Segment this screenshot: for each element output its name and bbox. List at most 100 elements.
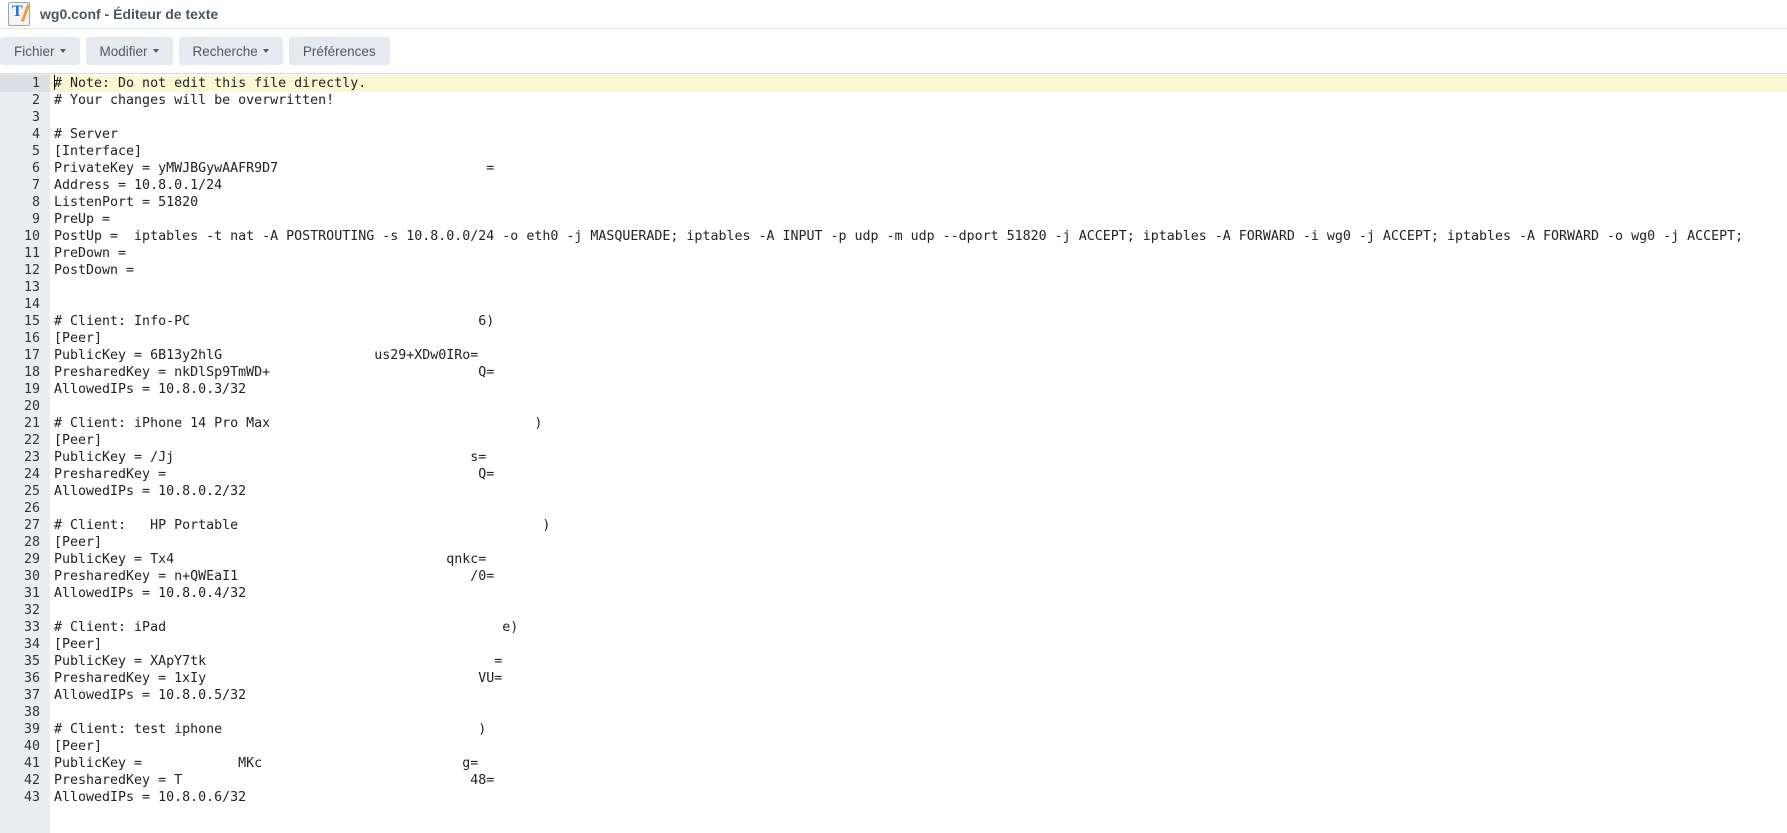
code-line[interactable]: 43 AllowedIPs = 10.8.0.6/32: [0, 789, 1787, 806]
text-editor[interactable]: 1 # Note: Do not edit this file directly.…: [0, 73, 1787, 833]
code-line[interactable]: 23 PublicKey = /Jj s=: [0, 449, 1787, 466]
code-line[interactable]: 25 AllowedIPs = 10.8.0.2/32: [0, 483, 1787, 500]
line-text[interactable]: PublicKey = 6B13y2hlG us29+XDw0IRo=: [50, 347, 478, 364]
line-number: 21: [23, 416, 40, 431]
code-line[interactable]: 11 PreDown =: [0, 245, 1787, 262]
line-text[interactable]: # Client: iPhone 14 Pro Max ): [50, 415, 542, 432]
line-text[interactable]: PublicKey = /Jj s=: [50, 449, 486, 466]
code-line[interactable]: 41 PublicKey = MKc g=: [0, 755, 1787, 772]
line-text[interactable]: AllowedIPs = 10.8.0.2/32: [50, 483, 246, 500]
line-text[interactable]: PresharedKey = nkDlSp9TmWD+ Q=: [50, 364, 494, 381]
line-text[interactable]: # Note: Do not edit this file directly.: [50, 75, 366, 92]
line-text[interactable]: PresharedKey = 1xIy VU=: [50, 670, 502, 687]
line-text[interactable]: # Your changes will be overwritten!: [50, 92, 334, 109]
line-text[interactable]: [50, 602, 54, 619]
line-text[interactable]: PublicKey = Tx4 qnkc=: [50, 551, 486, 568]
line-text[interactable]: [Peer]: [50, 432, 102, 449]
line-text[interactable]: [50, 296, 54, 313]
search-menu-label: Recherche: [192, 43, 258, 59]
code-line[interactable]: 37 AllowedIPs = 10.8.0.5/32: [0, 687, 1787, 704]
line-text[interactable]: [Peer]: [50, 738, 102, 755]
line-text[interactable]: Address = 10.8.0.1/24: [50, 177, 222, 194]
line-text[interactable]: # Client: Info-PC 6): [50, 313, 494, 330]
line-number: 26: [23, 501, 40, 516]
code-line[interactable]: 12 PostDown =: [0, 262, 1787, 279]
code-line[interactable]: 10 PostUp = iptables -t nat -A POSTROUTIN…: [0, 228, 1787, 245]
code-line[interactable]: 18 PresharedKey = nkDlSp9TmWD+ Q=: [0, 364, 1787, 381]
editor-lines[interactable]: 1 # Note: Do not edit this file directly.…: [0, 75, 1787, 806]
line-text[interactable]: PresharedKey = n+QWEaI1 /0=: [50, 568, 494, 585]
code-line[interactable]: 35 PublicKey = XApY7tk =: [0, 653, 1787, 670]
line-text[interactable]: ListenPort = 51820: [50, 194, 198, 211]
line-text[interactable]: [50, 704, 54, 721]
file-menu-button[interactable]: Fichier: [0, 37, 80, 65]
line-text[interactable]: PostUp = iptables -t nat -A POSTROUTING …: [50, 228, 1743, 245]
code-line[interactable]: 27 # Client: HP Portable ): [0, 517, 1787, 534]
line-number: 14: [23, 297, 40, 312]
line-text[interactable]: [50, 500, 54, 517]
line-text[interactable]: PublicKey = MKc g=: [50, 755, 478, 772]
line-text[interactable]: AllowedIPs = 10.8.0.6/32: [50, 789, 246, 806]
line-text[interactable]: # Client: iPad e): [50, 619, 518, 636]
code-line[interactable]: 36 PresharedKey = 1xIy VU=: [0, 670, 1787, 687]
code-line[interactable]: 3: [0, 109, 1787, 126]
line-number: 10: [23, 229, 40, 244]
code-line[interactable]: 13: [0, 279, 1787, 296]
line-text[interactable]: PresharedKey = T 48=: [50, 772, 494, 789]
line-text[interactable]: # Server: [50, 126, 118, 143]
line-text[interactable]: AllowedIPs = 10.8.0.3/32: [50, 381, 246, 398]
code-line[interactable]: 26: [0, 500, 1787, 517]
line-text[interactable]: # Client: HP Portable ): [50, 517, 550, 534]
code-line[interactable]: 34 [Peer]: [0, 636, 1787, 653]
line-text[interactable]: [Peer]: [50, 330, 102, 347]
line-text[interactable]: [50, 398, 54, 415]
line-text[interactable]: # Client: test iphone ): [50, 721, 486, 738]
line-text[interactable]: PreUp =: [50, 211, 110, 228]
code-line[interactable]: 14: [0, 296, 1787, 313]
line-text[interactable]: AllowedIPs = 10.8.0.4/32: [50, 585, 246, 602]
code-line[interactable]: 22 [Peer]: [0, 432, 1787, 449]
edit-menu-button[interactable]: Modifier: [85, 37, 173, 65]
code-line[interactable]: 2 # Your changes will be overwritten!: [0, 92, 1787, 109]
code-line[interactable]: 19 AllowedIPs = 10.8.0.3/32: [0, 381, 1787, 398]
code-line[interactable]: 32: [0, 602, 1787, 619]
code-line[interactable]: 4 # Server: [0, 126, 1787, 143]
code-line[interactable]: 42 PresharedKey = T 48=: [0, 772, 1787, 789]
line-text[interactable]: [50, 279, 54, 296]
line-text[interactable]: [Interface]: [50, 143, 142, 160]
code-line[interactable]: 21 # Client: iPhone 14 Pro Max ): [0, 415, 1787, 432]
line-text[interactable]: [Peer]: [50, 534, 102, 551]
line-text[interactable]: PostDown =: [50, 262, 134, 279]
code-line[interactable]: 9 PreUp =: [0, 211, 1787, 228]
code-line[interactable]: 15 # Client: Info-PC 6): [0, 313, 1787, 330]
line-text[interactable]: [50, 109, 54, 126]
code-line[interactable]: 40 [Peer]: [0, 738, 1787, 755]
line-text[interactable]: [Peer]: [50, 636, 102, 653]
text-cursor: [54, 75, 55, 90]
preferences-button[interactable]: Préférences: [288, 37, 390, 65]
line-text[interactable]: PrivateKey = yMWJBGywAAFR9D7 =: [50, 160, 494, 177]
code-line[interactable]: 5 [Interface]: [0, 143, 1787, 160]
line-text[interactable]: PublicKey = XApY7tk =: [50, 653, 502, 670]
line-text[interactable]: PresharedKey = Q=: [50, 466, 494, 483]
code-line[interactable]: 31 AllowedIPs = 10.8.0.4/32: [0, 585, 1787, 602]
code-line[interactable]: 30 PresharedKey = n+QWEaI1 /0=: [0, 568, 1787, 585]
code-line[interactable]: 8 ListenPort = 51820: [0, 194, 1787, 211]
line-text[interactable]: AllowedIPs = 10.8.0.5/32: [50, 687, 246, 704]
code-line[interactable]: 6 PrivateKey = yMWJBGywAAFR9D7 =: [0, 160, 1787, 177]
code-line[interactable]: 38: [0, 704, 1787, 721]
code-line[interactable]: 39 # Client: test iphone ): [0, 721, 1787, 738]
line-text[interactable]: PreDown =: [50, 245, 126, 262]
code-line[interactable]: 28 [Peer]: [0, 534, 1787, 551]
code-line[interactable]: 33 # Client: iPad e): [0, 619, 1787, 636]
code-line[interactable]: 7 Address = 10.8.0.1/24: [0, 177, 1787, 194]
line-number: 17: [23, 348, 40, 363]
code-line[interactable]: 16 [Peer]: [0, 330, 1787, 347]
code-line[interactable]: 20: [0, 398, 1787, 415]
code-line[interactable]: 1 # Note: Do not edit this file directly.: [0, 75, 1787, 92]
edit-menu-label: Modifier: [99, 43, 148, 59]
search-menu-button[interactable]: Recherche: [178, 37, 283, 65]
code-line[interactable]: 17 PublicKey = 6B13y2hlG us29+XDw0IRo=: [0, 347, 1787, 364]
code-line[interactable]: 24 PresharedKey = Q=: [0, 466, 1787, 483]
code-line[interactable]: 29 PublicKey = Tx4 qnkc=: [0, 551, 1787, 568]
